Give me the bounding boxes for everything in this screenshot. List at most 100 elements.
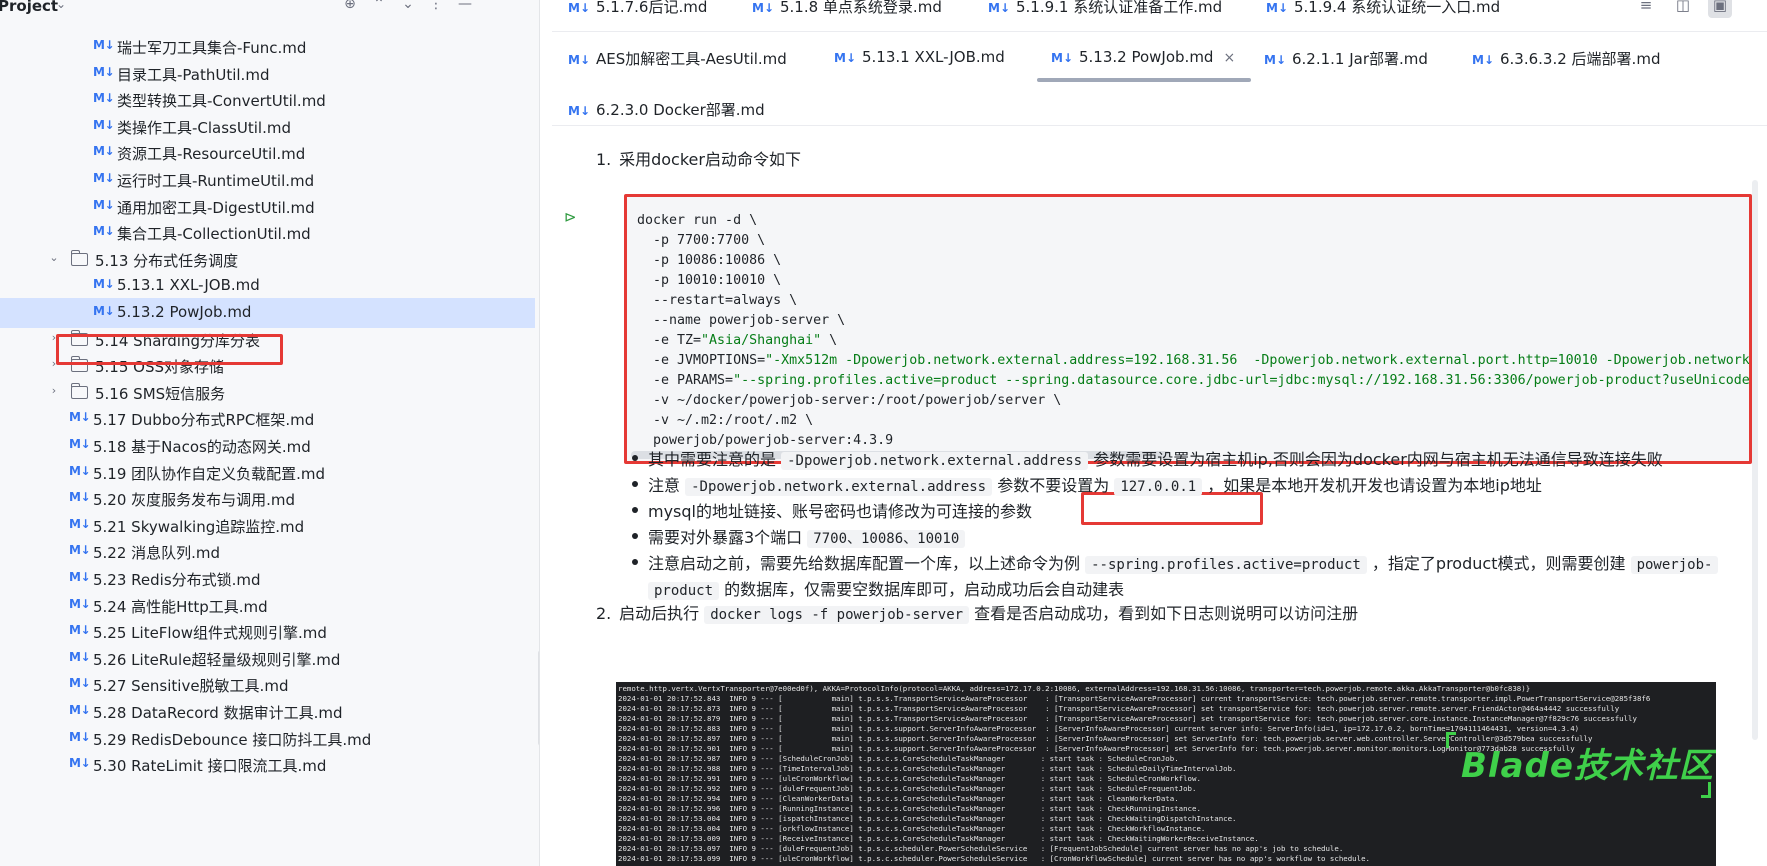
tree-item-file[interactable]: M↓ 5.30 RateLimit 接口限流工具.md xyxy=(0,750,535,780)
tree-item-file[interactable]: M↓ 5.23 Redis分布式锁.md xyxy=(0,564,535,594)
chevron-right-icon[interactable]: › xyxy=(47,384,61,397)
markdown-file-icon: M↓ xyxy=(69,649,91,664)
tree-item-label: 类操作工具-ClassUtil.md xyxy=(117,118,291,137)
markdown-file-icon: M↓ xyxy=(93,64,115,79)
markdown-file-icon: M↓ xyxy=(568,104,590,118)
markdown-file-icon: M↓ xyxy=(93,277,115,292)
tree-item-file[interactable]: M↓ 5.24 高性能Http工具.md xyxy=(0,591,535,621)
watermark-bracket xyxy=(1446,732,1456,748)
tab-5-13-2-active[interactable]: M↓ 5.13.2 PowJob.md × xyxy=(1051,48,1235,78)
bullet-dot xyxy=(632,481,638,487)
note-annotation-box xyxy=(1081,492,1263,525)
code-block[interactable]: docker run -d \ -p 7700:7700 \ -p 10086:… xyxy=(624,194,1752,464)
log-line: 2024-01-01 20:17:52.873 INFO 9 --- [ mai… xyxy=(618,704,1620,713)
tree-item-file[interactable]: M↓ 通用加密工具-DigestUtil.md xyxy=(0,192,535,222)
tree-item-file[interactable]: M↓ 5.21 Skywalking追踪监控.md xyxy=(0,511,535,541)
tree-item-file[interactable]: M↓ 类型转换工具-ConvertUtil.md xyxy=(0,85,535,115)
tree-item-folder[interactable]: ⌄ 5.13 分布式任务调度 xyxy=(0,245,535,275)
tree-item-file[interactable]: M↓ 资源工具-ResourceUtil.md xyxy=(0,138,535,168)
project-title[interactable]: Project xyxy=(0,0,58,15)
options-menu-icon[interactable]: ⋮ xyxy=(426,0,446,14)
markdown-file-icon: M↓ xyxy=(93,171,115,185)
tree-item-file[interactable]: M↓ 5.22 消息队列.md xyxy=(0,537,535,567)
markdown-file-icon: M↓ xyxy=(69,756,91,771)
tree-item-file[interactable]: M↓ 5.26 LiteRule超轻量级规则引擎.md xyxy=(0,644,535,674)
tab-5-1-7-6[interactable]: M↓ 5.1.7.6后记.md xyxy=(568,0,707,26)
tree-item-file[interactable]: M↓ 5.20 灰度服务发布与调用.md xyxy=(0,484,535,514)
tree-item-file[interactable]: M↓ 集合工具-CollectionUtil.md xyxy=(0,218,535,248)
project-panel-header: Project ⌄ ⊕ ⌃ ⌄ ⋮ — xyxy=(0,0,539,16)
tab-5-1-9-1[interactable]: M↓ 5.1.9.1 系统认证准备工作.md xyxy=(988,0,1222,26)
log-line: remote.http.vertx.VertxTransporter@7e00e… xyxy=(618,684,1531,693)
editor-only-view-icon[interactable]: ≡ xyxy=(1634,0,1658,18)
log-line: 2024-01-01 20:17:53.004 INFO 9 --- [orkf… xyxy=(618,824,1206,833)
tab-6-2-1-1[interactable]: M↓ 6.2.1.1 Jar部署.md xyxy=(1264,48,1428,78)
bullet-dot xyxy=(632,533,638,539)
tree-item-label: 5.16 SMS短信服务 xyxy=(95,384,226,403)
project-dropdown-chevron-icon[interactable]: ⌄ xyxy=(56,0,66,11)
tree-item-file[interactable]: M↓ 目录工具-PathUtil.md xyxy=(0,59,535,89)
tree-item-file[interactable]: M↓ 5.25 LiteFlow组件式规则引擎.md xyxy=(0,617,535,647)
tab-5-1-8[interactable]: M↓ 5.1.8 单点系统登录.md xyxy=(752,0,942,26)
tree-item-label: 运行时工具-RuntimeUtil.md xyxy=(117,172,315,190)
tree-item-file[interactable]: M↓ 5.18 基于Nacos的动态网关.md xyxy=(0,431,535,461)
markdown-file-icon: M↓ xyxy=(752,1,774,15)
tree-item-file[interactable]: M↓ 5.19 团队协作自定义负载配置.md xyxy=(0,458,535,488)
tab-aes-util[interactable]: M↓ AES加解密工具-AesUtil.md xyxy=(568,48,787,78)
tree-item-file[interactable]: M↓ 5.28 DataRecord 数据审计工具.md xyxy=(0,697,535,727)
markdown-file-icon: M↓ xyxy=(568,53,590,67)
markdown-file-icon: M↓ xyxy=(69,463,91,478)
markdown-file-icon: M↓ xyxy=(93,304,115,318)
tree-item-file[interactable]: M↓ 类操作工具-ClassUtil.md xyxy=(0,112,535,142)
close-icon[interactable]: × xyxy=(1223,50,1235,66)
markdown-file-icon: M↓ xyxy=(1472,53,1494,67)
locate-file-icon[interactable]: ⊕ xyxy=(340,0,360,14)
tab-label: 5.1.9.1 系统认证准备工作.md xyxy=(1016,0,1223,16)
markdown-file-icon: M↓ xyxy=(568,1,590,15)
split-view-icon[interactable]: ◫ xyxy=(1671,0,1695,18)
tree-item-label: 5.27 Sensitive脱敏工具.md xyxy=(93,677,289,696)
ide-window: Project ⌄ ⊕ ⌃ ⌄ ⋮ — M↓ 瑞士军刀工具集合-Func.md M… xyxy=(0,0,1767,866)
tree-item-folder[interactable]: › 5.16 SMS短信服务 xyxy=(0,378,535,408)
markdown-file-icon: M↓ xyxy=(93,38,115,52)
markdown-file-icon: M↓ xyxy=(69,623,91,638)
markdown-file-icon: M↓ xyxy=(69,596,91,611)
tree-item-file[interactable]: M↓ 5.13.1 XXL-JOB.md xyxy=(0,271,535,301)
tab-5-13-1[interactable]: M↓ 5.13.1 XXL-JOB.md xyxy=(834,48,1005,78)
preview-scrollbar[interactable] xyxy=(1752,180,1758,740)
markdown-file-icon: M↓ xyxy=(93,197,115,212)
tree-item-label: 5.21 Skywalking追踪监控.md xyxy=(93,517,305,536)
sidebar-scrollbar[interactable] xyxy=(538,650,539,746)
tree-item-file[interactable]: M↓ 5.17 Dubbo分布式RPC框架.md xyxy=(0,404,535,434)
tree-item-label: 目录工具-PathUtil.md xyxy=(117,65,270,84)
markdown-file-icon: M↓ xyxy=(1264,53,1286,67)
tree-item-label: 5.13.2 PowJob.md xyxy=(117,303,252,321)
folder-icon xyxy=(70,249,88,266)
tab-5-1-9-4[interactable]: M↓ 5.1.9.4 系统认证统一入口.md xyxy=(1266,0,1500,26)
tree-item-label: 5.30 RateLimit 接口限流工具.md xyxy=(93,757,327,776)
tab-6-3-6-3-2[interactable]: M↓ 6.3.6.3.2 后端部署.md xyxy=(1472,48,1660,78)
markdown-file-icon: M↓ xyxy=(834,51,856,65)
bullet-dot xyxy=(632,455,638,461)
markdown-file-icon: M↓ xyxy=(69,437,91,451)
tree-item-file[interactable]: M↓ 5.29 RedisDebounce 接口防抖工具.md xyxy=(0,724,535,754)
tree-item-file[interactable]: M↓ 瑞士军刀工具集合-Func.md xyxy=(0,32,535,62)
tree-item-file[interactable]: M↓ 5.27 Sensitive脱敏工具.md xyxy=(0,670,535,700)
expand-all-icon[interactable]: ⌃ xyxy=(369,0,389,14)
collapse-all-icon[interactable]: ⌄ xyxy=(398,0,418,14)
preview-view-icon[interactable]: ▣ xyxy=(1708,0,1732,18)
run-code-icon[interactable]: ⊳ xyxy=(564,208,577,226)
markdown-file-icon: M↓ xyxy=(69,570,91,584)
hide-panel-icon[interactable]: — xyxy=(455,0,475,14)
log-line: 2024-01-01 20:17:52.883 INFO 9 --- [ mai… xyxy=(618,724,1580,733)
list-number: 2. xyxy=(596,604,612,623)
code-text[interactable]: docker run -d \ -p 7700:7700 \ -p 10086:… xyxy=(637,211,1749,451)
chevron-down-icon[interactable]: ⌄ xyxy=(47,251,61,264)
tab-label: 5.1.8 单点系统登录.md xyxy=(780,0,942,16)
step-2: 2. 启动后执行 docker logs -f powerjob-server … xyxy=(596,604,1359,624)
project-panel: Project ⌄ ⊕ ⌃ ⌄ ⋮ — M↓ 瑞士军刀工具集合-Func.md M… xyxy=(0,0,540,866)
markdown-file-icon: M↓ xyxy=(69,703,91,717)
tree-item-label: 集合工具-CollectionUtil.md xyxy=(117,225,311,244)
tree-item-file-selected[interactable]: M↓ 5.13.2 PowJob.md xyxy=(0,298,535,328)
tree-item-file[interactable]: M↓ 运行时工具-RuntimeUtil.md xyxy=(0,165,535,195)
